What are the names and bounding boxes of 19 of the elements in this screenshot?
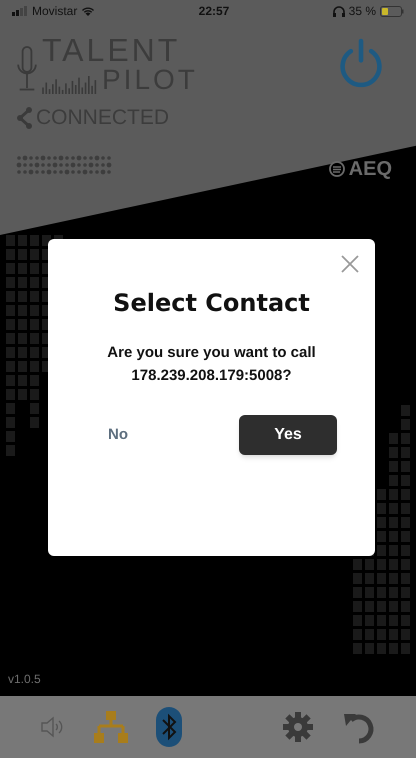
- wifi-icon: [81, 6, 96, 16]
- version-label: v1.0.5: [7, 671, 42, 688]
- battery-percent: 35 %: [348, 3, 376, 20]
- brand-icon: [328, 160, 345, 176]
- battery-icon: [380, 6, 404, 16]
- close-icon[interactable]: [341, 255, 359, 273]
- headphones-icon: [332, 6, 345, 16]
- brand-name: AEQ: [348, 156, 392, 182]
- dialog-title: Select Contact: [113, 288, 310, 319]
- confirm-button[interactable]: Yes: [239, 415, 337, 455]
- dialog-message: Are you sure you want to call 178.239.208.179:5008?: [107, 343, 316, 386]
- share-icon: [16, 106, 32, 129]
- signal-icon: [12, 6, 28, 16]
- settings-icon[interactable]: [282, 711, 314, 743]
- clock-time: 22:57: [198, 3, 230, 20]
- bluetooth-icon[interactable]: [156, 707, 182, 747]
- cancel-button[interactable]: No: [100, 415, 136, 455]
- carrier-name: Movistar: [32, 3, 78, 20]
- waveform-icon: [42, 76, 98, 94]
